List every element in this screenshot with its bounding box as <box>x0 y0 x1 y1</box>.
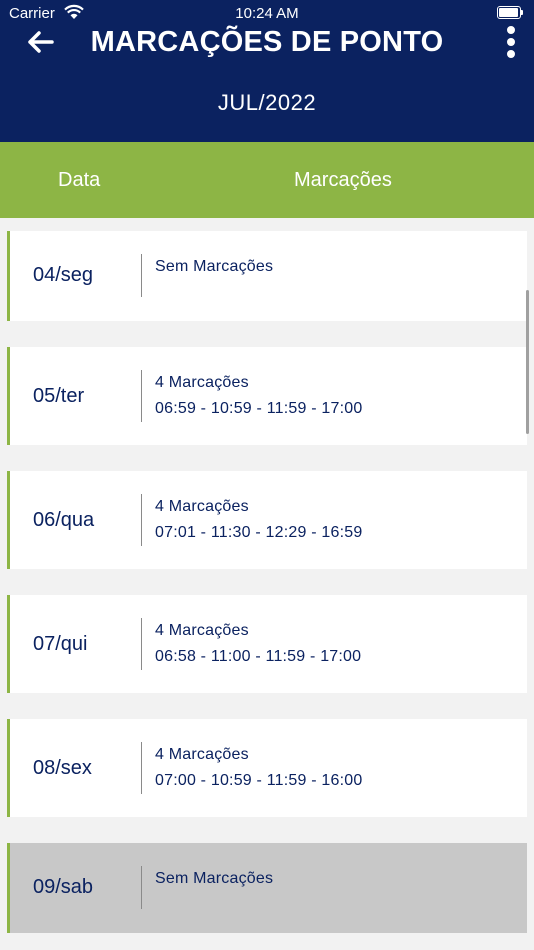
more-options-button[interactable] <box>500 24 522 60</box>
clock-label: 10:24 AM <box>235 5 299 22</box>
day-row[interactable]: 08/sex 4 Marcações 07:00 - 10:59 - 11:59… <box>7 719 527 817</box>
row-divider <box>141 370 142 422</box>
row-mark-count: 4 Marcações <box>155 498 249 515</box>
column-header-marks: Marcações <box>294 169 392 191</box>
status-bar: Carrier 10:24 AM <box>0 0 534 28</box>
row-mark-count: Sem Marcações <box>155 870 274 887</box>
more-vertical-icon <box>507 26 515 34</box>
row-date: 08/sex <box>33 757 92 779</box>
punch-list[interactable]: 04/seg Sem Marcações 05/ter 4 Marcações … <box>0 218 534 950</box>
battery-icon <box>497 6 523 19</box>
row-date: 05/ter <box>33 385 85 407</box>
row-date: 07/qui <box>33 633 88 655</box>
day-row[interactable]: 06/qua 4 Marcações 07:01 - 11:30 - 12:29… <box>7 471 527 569</box>
row-mark-count: 4 Marcações <box>155 374 249 391</box>
day-row[interactable]: 05/ter 4 Marcações 06:59 - 10:59 - 11:59… <box>7 347 527 445</box>
column-header-date: Data <box>58 169 101 191</box>
page-title: MARCAÇÕES DE PONTO <box>90 26 444 58</box>
month-label: JUL/2022 <box>217 90 317 115</box>
row-mark-count: 4 Marcações <box>155 746 249 763</box>
day-row[interactable]: 04/seg Sem Marcações <box>7 231 527 321</box>
row-mark-count: Sem Marcações <box>155 258 274 275</box>
day-row[interactable]: 09/sab Sem Marcações <box>7 843 527 933</box>
row-divider <box>141 866 142 909</box>
row-date: 06/qua <box>33 509 95 531</box>
row-date: 04/seg <box>33 264 94 286</box>
row-divider <box>141 742 142 794</box>
row-mark-times: 06:59 - 10:59 - 11:59 - 17:00 <box>155 400 363 417</box>
row-mark-count: 4 Marcações <box>155 622 249 639</box>
day-row[interactable]: 07/qui 4 Marcações 06:58 - 11:00 - 11:59… <box>7 595 527 693</box>
app-header: Carrier 10:24 AM MARCAÇÕES DE PONTO JUL/… <box>0 0 534 142</box>
row-divider <box>141 254 142 297</box>
column-header-bar: Data Marcações <box>0 142 534 218</box>
row-mark-times: 07:01 - 11:30 - 12:29 - 16:59 <box>155 524 363 541</box>
scrollbar[interactable] <box>526 290 529 434</box>
row-divider <box>141 494 142 546</box>
row-date: 09/sab <box>33 876 94 898</box>
row-divider <box>141 618 142 670</box>
row-mark-times: 07:00 - 10:59 - 11:59 - 16:00 <box>155 772 363 789</box>
row-mark-times: 06:58 - 11:00 - 11:59 - 17:00 <box>155 648 362 665</box>
